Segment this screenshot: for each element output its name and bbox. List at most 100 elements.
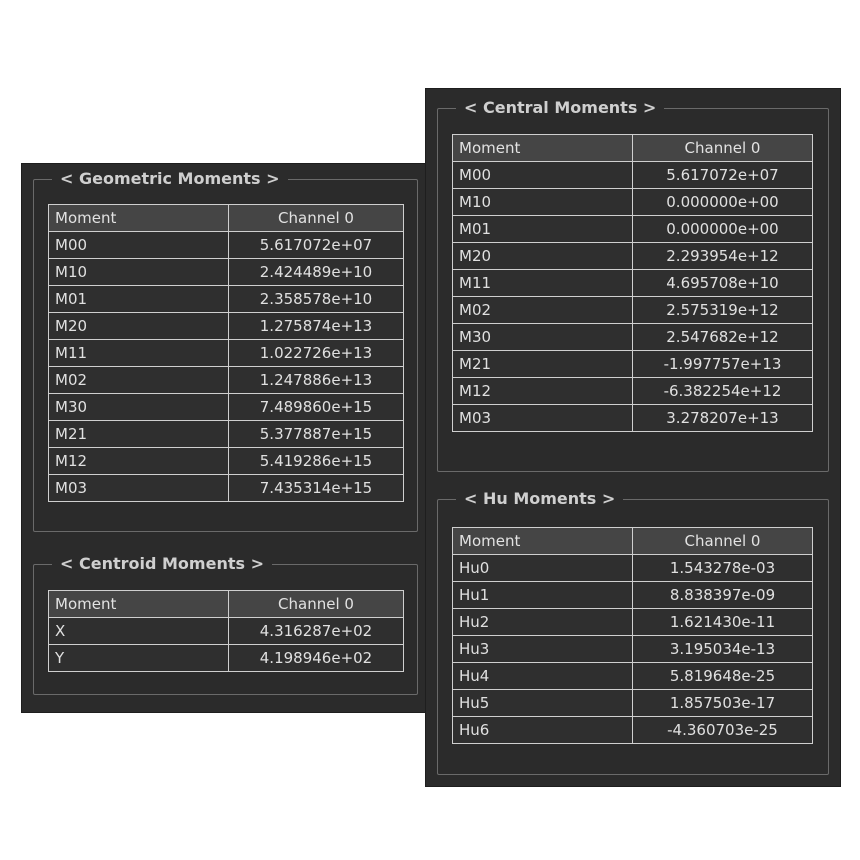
table-row[interactable]: X 4.316287e+02	[48, 617, 404, 645]
moment-name-cell: Hu2	[452, 608, 633, 636]
table-row[interactable]: Hu2 1.621430e-11	[452, 608, 813, 636]
channel-0-column-header[interactable]: Channel 0	[632, 134, 813, 162]
table-row[interactable]: M20 1.275874e+13	[48, 312, 404, 340]
channel-0-value-cell: 2.575319e+12	[632, 296, 813, 324]
moment-name-cell: M21	[48, 420, 229, 448]
table-row[interactable]: Hu1 8.838397e-09	[452, 581, 813, 609]
moment-name-cell: M02	[452, 296, 633, 324]
channel-0-column-header[interactable]: Channel 0	[632, 527, 813, 555]
moment-name-cell: M20	[48, 312, 229, 340]
table-row[interactable]: M10 0.000000e+00	[452, 188, 813, 216]
table-row[interactable]: M30 2.547682e+12	[452, 323, 813, 351]
moment-name-cell: M12	[48, 447, 229, 475]
channel-0-value-cell: -4.360703e-25	[632, 716, 813, 744]
channel-0-value-cell: 5.617072e+07	[632, 161, 813, 189]
centroid-moments-rows: X 4.316287e+02 Y 4.198946e+02	[48, 617, 404, 672]
channel-0-value-cell: 5.819648e-25	[632, 662, 813, 690]
table-row[interactable]: M20 2.293954e+12	[452, 242, 813, 270]
channel-0-value-cell: 4.695708e+10	[632, 269, 813, 297]
moment-name-cell: M10	[48, 258, 229, 286]
moment-name-cell: M30	[452, 323, 633, 351]
moment-name-cell: X	[48, 617, 229, 645]
channel-0-value-cell: 5.617072e+07	[228, 231, 404, 259]
moment-name-cell: Hu5	[452, 689, 633, 717]
channel-0-value-cell: 2.547682e+12	[632, 323, 813, 351]
moment-column-header[interactable]: Moment	[452, 134, 633, 162]
table-row[interactable]: M21 5.377887e+15	[48, 420, 404, 448]
moment-name-cell: Hu1	[452, 581, 633, 609]
table-header-row: Moment Channel 0	[48, 204, 404, 232]
table-row[interactable]: M12 5.419286e+15	[48, 447, 404, 475]
table-header-row: Moment Channel 0	[452, 527, 813, 555]
channel-0-value-cell: 1.543278e-03	[632, 554, 813, 582]
moments-window-right: < Central Moments > Moment Channel 0 M00…	[426, 89, 840, 786]
channel-0-value-cell: 0.000000e+00	[632, 188, 813, 216]
table-row[interactable]: M11 4.695708e+10	[452, 269, 813, 297]
table-row[interactable]: Hu6 -4.360703e-25	[452, 716, 813, 744]
table-row[interactable]: M02 2.575319e+12	[452, 296, 813, 324]
moment-name-cell: M12	[452, 377, 633, 405]
table-row[interactable]: M21 -1.997757e+13	[452, 350, 813, 378]
channel-0-value-cell: 1.621430e-11	[632, 608, 813, 636]
channel-0-value-cell: 5.377887e+15	[228, 420, 404, 448]
channel-0-value-cell: 1.857503e-17	[632, 689, 813, 717]
table-header-row: Moment Channel 0	[452, 134, 813, 162]
table-row[interactable]: Hu3 3.195034e-13	[452, 635, 813, 663]
channel-0-value-cell: 5.419286e+15	[228, 447, 404, 475]
table-row[interactable]: M02 1.247886e+13	[48, 366, 404, 394]
channel-0-value-cell: 1.022726e+13	[228, 339, 404, 367]
table-row[interactable]: Hu4 5.819648e-25	[452, 662, 813, 690]
hu-moments-table: Moment Channel 0 Hu0 1.543278e-03 Hu1 8.838…	[452, 527, 813, 744]
channel-0-value-cell: -6.382254e+12	[632, 377, 813, 405]
channel-0-value-cell: 2.358578e+10	[228, 285, 404, 313]
table-row[interactable]: M00 5.617072e+07	[452, 161, 813, 189]
moment-column-header[interactable]: Moment	[48, 590, 229, 618]
table-row[interactable]: M11 1.022726e+13	[48, 339, 404, 367]
table-row[interactable]: Hu5 1.857503e-17	[452, 689, 813, 717]
channel-0-value-cell: 3.195034e-13	[632, 635, 813, 663]
table-row[interactable]: M00 5.617072e+07	[48, 231, 404, 259]
central-moments-title: < Central Moments >	[464, 98, 657, 117]
geometric-moments-table: Moment Channel 0 M00 5.617072e+07 M10 2.424…	[48, 204, 404, 502]
table-row[interactable]: M12 -6.382254e+12	[452, 377, 813, 405]
moment-name-cell: Hu0	[452, 554, 633, 582]
moment-name-cell: M21	[452, 350, 633, 378]
moment-name-cell: Hu3	[452, 635, 633, 663]
hu-moments-title: < Hu Moments >	[464, 489, 616, 508]
moment-name-cell: M03	[48, 474, 229, 502]
channel-0-value-cell: 0.000000e+00	[632, 215, 813, 243]
channel-0-value-cell: -1.997757e+13	[632, 350, 813, 378]
centroid-moments-table: Moment Channel 0 X 4.316287e+02 Y 4.198946e…	[48, 590, 404, 672]
moment-name-cell: M11	[452, 269, 633, 297]
channel-0-column-header[interactable]: Channel 0	[228, 204, 404, 232]
moment-name-cell: M00	[452, 161, 633, 189]
table-row[interactable]: M01 2.358578e+10	[48, 285, 404, 313]
channel-0-value-cell: 4.316287e+02	[228, 617, 404, 645]
channel-0-value-cell: 7.435314e+15	[228, 474, 404, 502]
channel-0-column-header[interactable]: Channel 0	[228, 590, 404, 618]
channel-0-value-cell: 4.198946e+02	[228, 644, 404, 672]
table-row[interactable]: Hu0 1.543278e-03	[452, 554, 813, 582]
moments-window-left: < Geometric Moments > Moment Channel 0 M…	[22, 164, 428, 712]
channel-0-value-cell: 2.424489e+10	[228, 258, 404, 286]
table-row[interactable]: Y 4.198946e+02	[48, 644, 404, 672]
moment-name-cell: M30	[48, 393, 229, 421]
moment-name-cell: Hu4	[452, 662, 633, 690]
moment-name-cell: M03	[452, 404, 633, 432]
geometric-moments-rows: M00 5.617072e+07 M10 2.424489e+10 M01 2.35857…	[48, 231, 404, 502]
central-moments-table: Moment Channel 0 M00 5.617072e+07 M10 0.000…	[452, 134, 813, 432]
moment-column-header[interactable]: Moment	[452, 527, 633, 555]
moment-column-header[interactable]: Moment	[48, 204, 229, 232]
table-row[interactable]: M03 3.278207e+13	[452, 404, 813, 432]
table-row[interactable]: M01 0.000000e+00	[452, 215, 813, 243]
moment-name-cell: M00	[48, 231, 229, 259]
table-row[interactable]: M03 7.435314e+15	[48, 474, 404, 502]
table-row[interactable]: M10 2.424489e+10	[48, 258, 404, 286]
table-row[interactable]: M30 7.489860e+15	[48, 393, 404, 421]
moment-name-cell: M02	[48, 366, 229, 394]
moment-name-cell: Y	[48, 644, 229, 672]
channel-0-value-cell: 3.278207e+13	[632, 404, 813, 432]
moment-name-cell: M01	[48, 285, 229, 313]
channel-0-value-cell: 7.489860e+15	[228, 393, 404, 421]
channel-0-value-cell: 8.838397e-09	[632, 581, 813, 609]
